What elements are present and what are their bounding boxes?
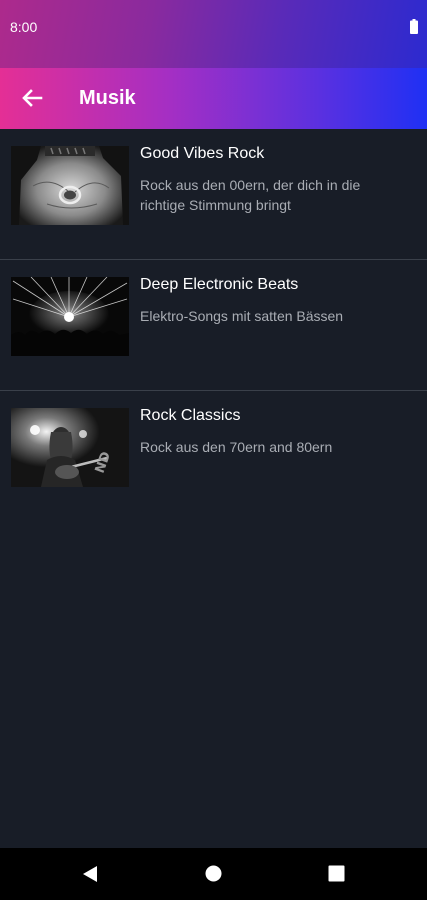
playlist-title: Good Vibes Rock (140, 145, 265, 162)
page-title: Musik (79, 87, 136, 109)
playlist-item-good-vibes-rock[interactable]: Good Vibes Rock Rock aus den 00ern, der … (0, 129, 427, 260)
playlist-title: Deep Electronic Beats (140, 276, 299, 293)
home-circle-icon[interactable] (205, 865, 222, 882)
status-time: 8:00 (10, 19, 38, 35)
back-triangle-icon[interactable] (81, 865, 99, 883)
navigation-bar (0, 848, 427, 900)
guitarist-on-stage-photo: ND (11, 408, 129, 487)
playlist-description: Rock aus den 70ern and 80ern (140, 439, 333, 455)
playlist-description: Elektro-Songs mit satten Bässen (140, 308, 344, 324)
status-bar: 8:00 (0, 0, 427, 68)
concert-lights-photo (11, 277, 129, 356)
battery-icon (410, 19, 418, 34)
playlist-description: Rock aus den 00ern, der dich in die rich… (140, 177, 361, 213)
playlist-item-deep-electronic-beats[interactable]: Deep Electronic Beats Elektro-Songs mit … (0, 260, 427, 391)
playlist-item-rock-classics[interactable]: ND Rock Classics Rock aus den 70ern and … (0, 391, 427, 521)
hand-with-ring-photo (11, 146, 129, 225)
arrow-back-icon[interactable] (16, 82, 48, 114)
app-bar: Musik (0, 68, 427, 129)
playlist-title: Rock Classics (140, 407, 241, 424)
playlist-list: Good Vibes Rock Rock aus den 00ern, der … (0, 129, 427, 521)
recents-square-icon[interactable] (328, 865, 345, 882)
